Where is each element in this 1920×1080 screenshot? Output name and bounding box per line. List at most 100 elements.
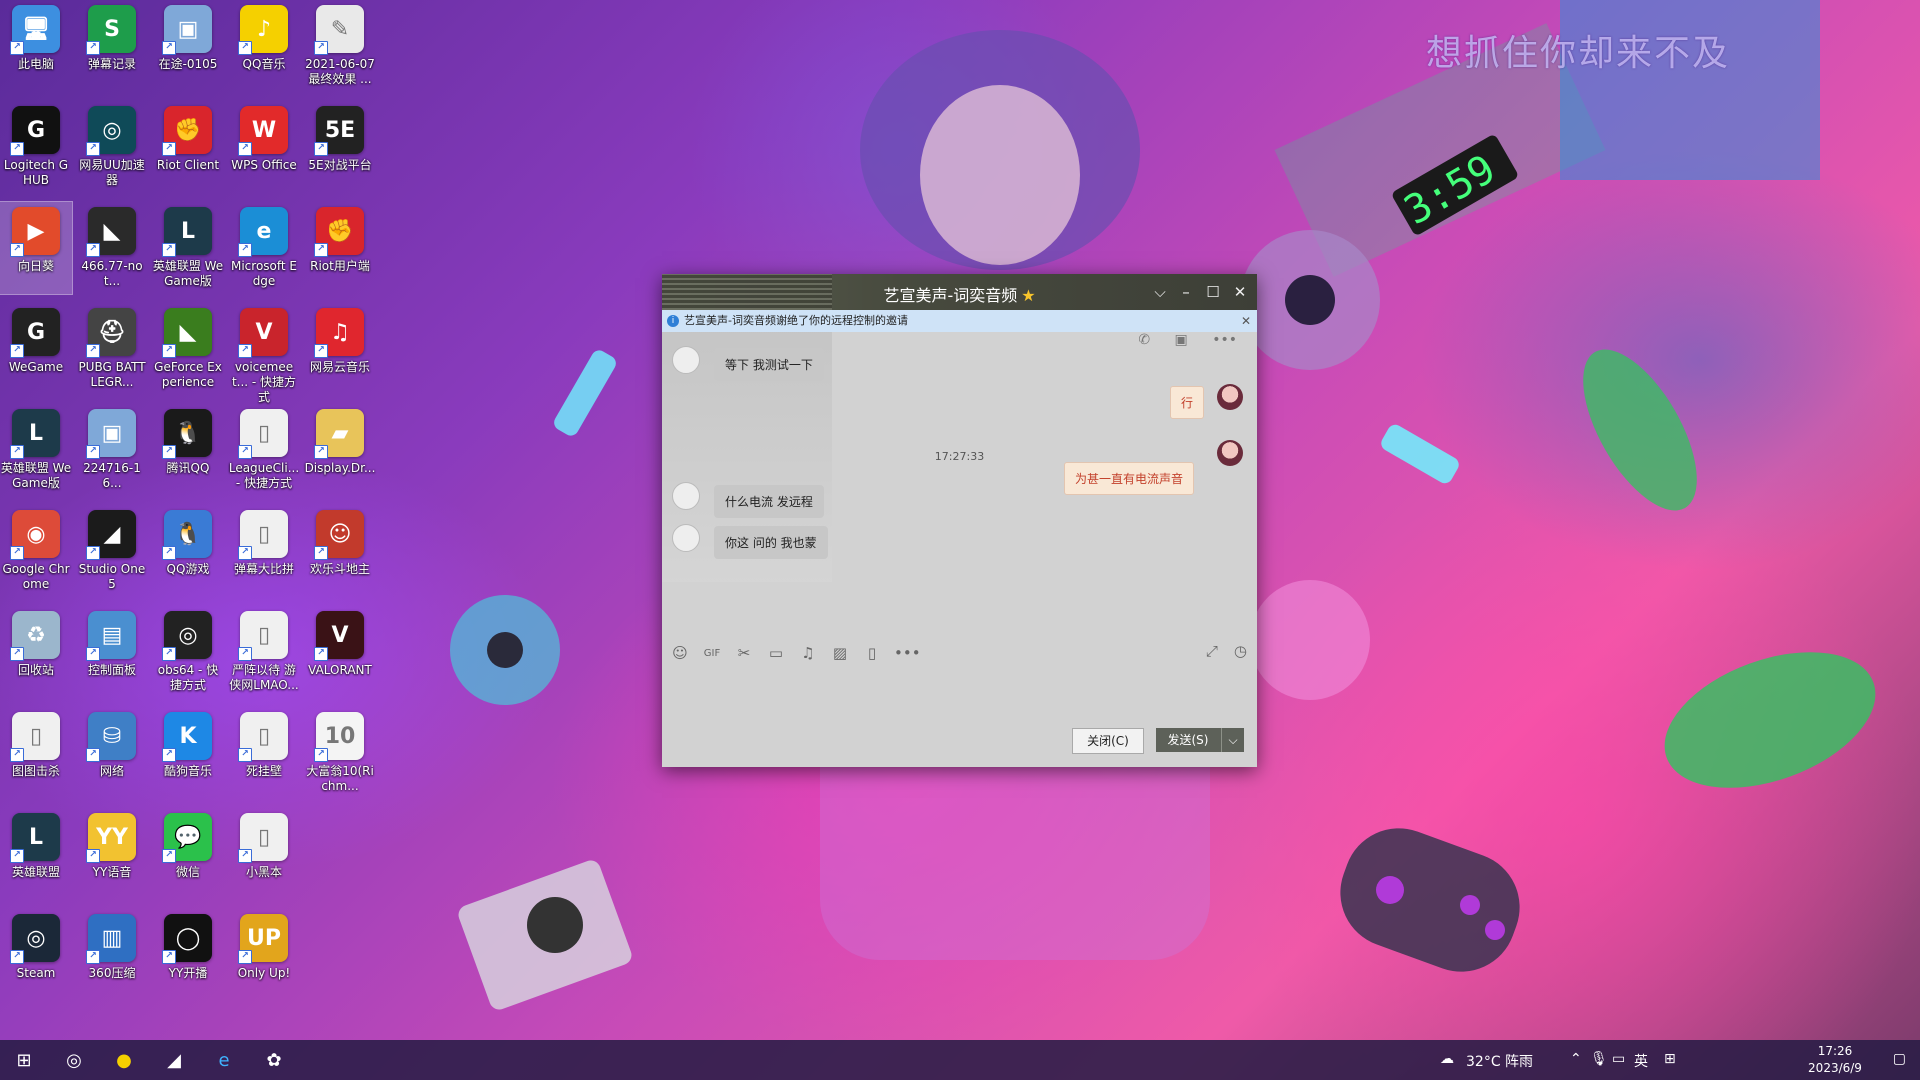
avatar[interactable]: [672, 346, 700, 374]
desktop-icon[interactable]: YY ↗ YY语音: [76, 808, 148, 900]
clock[interactable]: 17:26 2023/6/9: [1800, 1043, 1870, 1077]
desktop-icon[interactable]: ✊ ↗ Riot Client: [152, 101, 224, 193]
desktop-icon[interactable]: S ↗ 弹幕记录: [76, 0, 148, 92]
desktop-icon[interactable]: W ↗ WPS Office: [228, 101, 300, 193]
desktop-icon[interactable]: ▰ ↗ Display.Dr...: [304, 404, 376, 496]
minimize-button[interactable]: –: [1174, 281, 1198, 303]
edge-taskbar-icon[interactable]: e: [200, 1040, 248, 1080]
desktop-icon[interactable]: 5E ↗ 5E对战平台: [304, 101, 376, 193]
clock-icon[interactable]: ◷: [1234, 642, 1247, 660]
desktop-icon-label: 酷狗音乐: [163, 764, 212, 778]
notification-icon[interactable]: ▢: [1893, 1051, 1906, 1067]
chevron-up-icon[interactable]: ⌃: [1570, 1051, 1582, 1067]
avatar[interactable]: [1217, 440, 1243, 466]
desktop-icon[interactable]: ◎ ↗ obs64 - 快捷方式: [152, 606, 224, 698]
desktop-icon[interactable]: ▯ ↗ 小黑本: [228, 808, 300, 900]
ime-grid-icon[interactable]: ⊞: [1664, 1051, 1676, 1067]
desktop-icon[interactable]: ◣ ↗ GeForce Experience: [152, 303, 224, 395]
desktop-icon[interactable]: 💬 ↗ 微信: [152, 808, 224, 900]
desktop-icon[interactable]: 🐧 ↗ 腾讯QQ: [152, 404, 224, 496]
music-icon[interactable]: ♫: [798, 644, 818, 662]
chat-titlebar[interactable]: 艺宣美声-词奕音频 ★ ⌵ – ☐ ✕: [662, 274, 1257, 310]
desktop-icon[interactable]: ▯ ↗ 严阵以待 游侠网LMAO...: [228, 606, 300, 698]
desktop-icon[interactable]: L ↗ 英雄联盟 WeGame版: [0, 404, 72, 496]
avatar[interactable]: [672, 482, 700, 510]
desktop-icon[interactable]: ▣ ↗ 在途-0105: [152, 0, 224, 92]
document-icon: ✎ ↗: [314, 5, 364, 55]
icon-glyph: ◎: [102, 117, 122, 143]
desktop-icon[interactable]: ✎ ↗ 2021-06-07 最终效果 ...: [304, 0, 376, 92]
desktop-icon[interactable]: K ↗ 酷狗音乐: [152, 707, 224, 799]
desktop-icon[interactable]: 🖥 ↗ 此电脑: [0, 0, 72, 92]
desktop-icon-label: VALORANT: [308, 663, 372, 677]
desktop-icon[interactable]: ▯ ↗ 弹幕大比拼: [228, 505, 300, 597]
message-list[interactable]: 等下 我测试一下 行 17:27:33 为甚一直有电流声音 什么电流 发远程 你…: [662, 332, 1257, 632]
desktop-icon[interactable]: ⛁ ↗ 网络: [76, 707, 148, 799]
avatar[interactable]: [672, 524, 700, 552]
image-icon[interactable]: ▨: [830, 644, 850, 662]
emoji-icon[interactable]: ☺: [670, 644, 690, 662]
network-icon[interactable]: ▭: [1612, 1051, 1625, 1067]
maximize-button[interactable]: ☐: [1201, 281, 1225, 303]
avatar[interactable]: [1217, 384, 1243, 410]
screen-share-icon[interactable]: ▯: [862, 644, 882, 662]
desktop-icon[interactable]: G ↗ WeGame: [0, 303, 72, 395]
ime-indicator[interactable]: 英: [1634, 1051, 1648, 1071]
desktop-icon[interactable]: ▤ ↗ 控制面板: [76, 606, 148, 698]
desktop-icon[interactable]: L ↗ 英雄联盟: [0, 808, 72, 900]
desktop-icon[interactable]: ▥ ↗ 360压缩: [76, 909, 148, 1001]
desktop-icon[interactable]: ◎ ↗ 网易UU加速器: [76, 101, 148, 193]
desktop-icon[interactable]: ▯ ↗ LeagueCli... - 快捷方式: [228, 404, 300, 496]
desktop-icon[interactable]: ▯ ↗ 死挂壁: [228, 707, 300, 799]
desktop-icon[interactable]: 🐧 ↗ QQ游戏: [152, 505, 224, 597]
desktop-icon[interactable]: ◉ ↗ Google Chrome: [0, 505, 72, 597]
desktop-icon[interactable]: V ↗ voicemeet... - 快捷方式: [228, 303, 300, 404]
lol-icon: L ↗: [10, 409, 60, 459]
qqmusic-taskbar-icon[interactable]: ●: [100, 1040, 148, 1080]
notice-close-icon[interactable]: ✕: [1241, 310, 1251, 332]
desktop-icon[interactable]: ✊ ↗ Riot用户端: [304, 202, 376, 294]
desktop-icon[interactable]: UP ↗ Only Up!: [228, 909, 300, 1001]
icon-glyph: ▰: [331, 420, 349, 446]
icon-glyph: ◢: [103, 521, 121, 547]
desktop-icon[interactable]: ▶ ↗ 向日葵: [0, 201, 73, 295]
scissors-icon[interactable]: ✂: [734, 644, 754, 662]
close-window-button[interactable]: ✕: [1228, 281, 1252, 303]
sunflower-taskbar-icon[interactable]: ✿: [250, 1040, 298, 1080]
desktop-icon[interactable]: ☺ ↗ 欢乐斗地主: [304, 505, 376, 597]
desktop-icon[interactable]: ♫ ↗ 网易云音乐: [304, 303, 376, 395]
desktop-icon[interactable]: ⛑ ↗ PUBG BATTLEGR...: [76, 303, 148, 395]
pubg-icon: ⛑ ↗: [86, 308, 136, 358]
desktop-icon[interactable]: ♻ ↗ 回收站: [0, 606, 72, 698]
weather-text[interactable]: 32°C 阵雨: [1466, 1051, 1533, 1071]
desktop-icon[interactable]: ◎ ↗ Steam: [0, 909, 72, 1001]
shortcut-arrow-icon: ↗: [162, 41, 176, 55]
expand-icon[interactable]: ⤢: [1206, 642, 1218, 660]
folder-icon[interactable]: ▭: [766, 644, 786, 662]
cloud-icon[interactable]: ☁: [1440, 1051, 1454, 1067]
desktop-icon[interactable]: 10 ↗ 大富翁10(Richm...: [304, 707, 376, 799]
obs-taskbar-icon[interactable]: ◎: [50, 1040, 98, 1080]
windows-start-button[interactable]: ⊞: [0, 1040, 48, 1080]
message-input[interactable]: [662, 670, 1257, 720]
more-tools-icon[interactable]: •••: [894, 644, 921, 662]
microphone-icon[interactable]: 🎙: [1590, 1051, 1608, 1067]
desktop-icon[interactable]: ♪ ↗ QQ音乐: [228, 0, 300, 92]
desktop-icon[interactable]: ◯ ↗ YY开播: [152, 909, 224, 1001]
studio-one-taskbar-icon[interactable]: ◢: [150, 1040, 198, 1080]
gif-icon[interactable]: GIF: [702, 648, 722, 659]
chevron-down-icon[interactable]: ⌵: [1148, 281, 1172, 303]
chevron-down-icon[interactable]: ⌵: [1221, 728, 1244, 752]
icon-glyph: ◣: [103, 218, 121, 244]
close-button[interactable]: 关闭(C): [1072, 728, 1144, 754]
desktop-icon[interactable]: e ↗ Microsoft Edge: [228, 202, 300, 294]
send-button[interactable]: 发送(S) ⌵: [1156, 728, 1244, 752]
chat-window[interactable]: 艺宣美声-词奕音频 ★ ⌵ – ☐ ✕ i 艺宣美声-词奕音频谢绝了你的远程控制的…: [662, 274, 1257, 767]
desktop-icon[interactable]: V ↗ VALORANT: [304, 606, 376, 698]
desktop-icon[interactable]: G ↗ Logitech G HUB: [0, 101, 72, 193]
desktop-icon[interactable]: L ↗ 英雄联盟 WeGame版: [152, 202, 224, 294]
desktop-icon[interactable]: ▣ ↗ 224716-16...: [76, 404, 148, 496]
desktop-icon[interactable]: ◣ ↗ 466.77-not...: [76, 202, 148, 294]
desktop-icon[interactable]: ▯ ↗ 图图击杀: [0, 707, 72, 799]
desktop-icon[interactable]: ◢ ↗ Studio One 5: [76, 505, 148, 597]
